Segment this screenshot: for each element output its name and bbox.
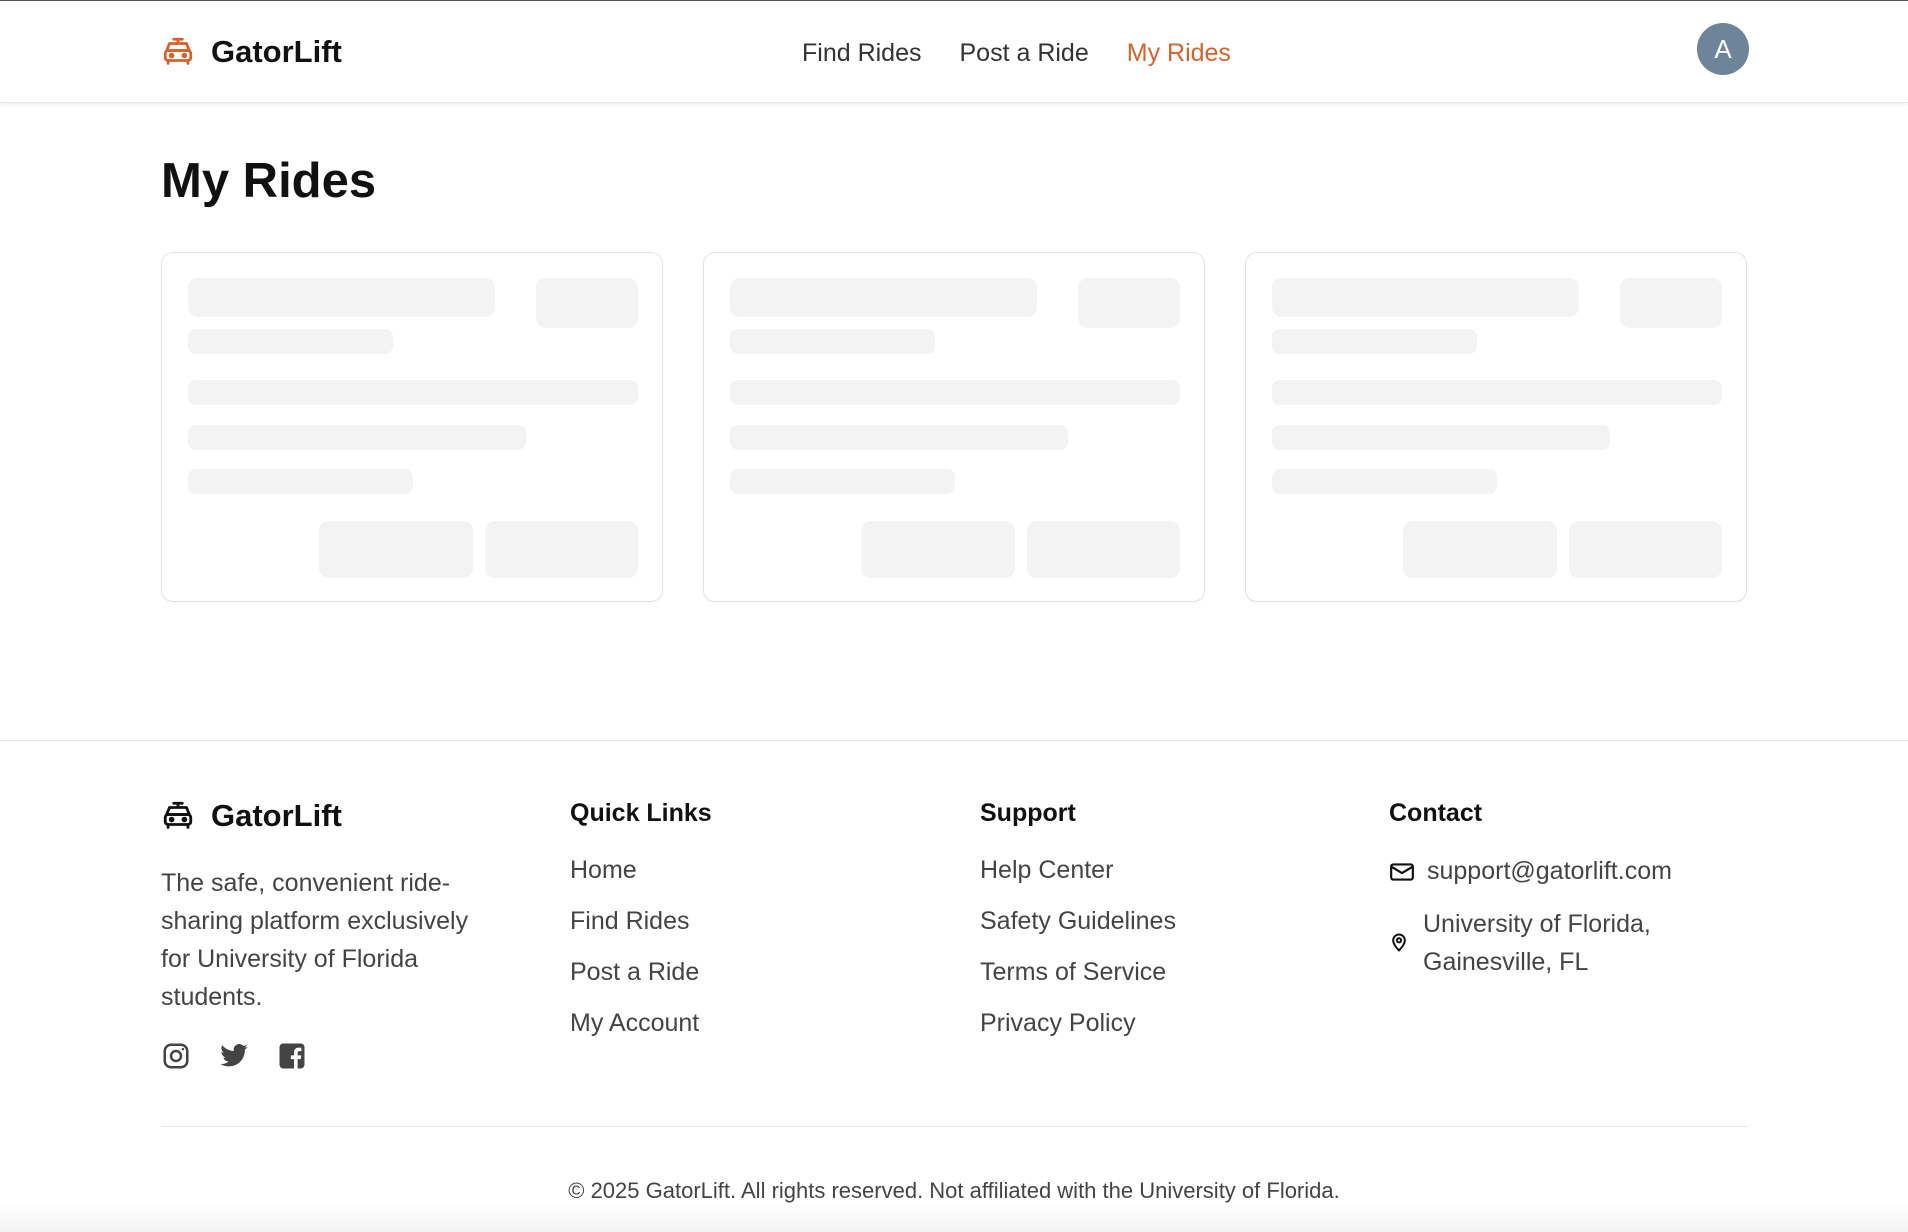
contact-location-text: University of Florida, Gainesville, FL [1423, 910, 1651, 976]
skeleton-line [730, 469, 955, 494]
footer-link-post-a-ride[interactable]: Post a Ride [570, 947, 712, 998]
footer-heading: Contact [1389, 799, 1483, 827]
footer-divider [0, 740, 1908, 741]
skeleton-title [1272, 278, 1579, 317]
copyright-text: © 2025 GatorLift. All rights reserved. N… [568, 1178, 1340, 1203]
contact-location: University of Florida, Gainesville, FL [1389, 905, 1689, 981]
skeleton-button [1569, 521, 1722, 578]
ride-card-skeleton [703, 252, 1205, 602]
footer-bottom-rule [161, 1126, 1748, 1127]
page-bottom-fade [0, 1200, 1908, 1232]
skeleton-badge [536, 278, 638, 328]
ride-card-skeleton [161, 252, 663, 602]
footer-description: The safe, convenient ride-sharing platfo… [161, 869, 469, 1011]
skeleton-line [1272, 425, 1610, 450]
user-avatar[interactable]: A [1697, 23, 1749, 75]
nav-my-rides[interactable]: My Rides [1127, 39, 1231, 68]
footer-heading: Quick Links [570, 799, 712, 827]
skeleton-line [730, 380, 1180, 405]
contact-email[interactable]: support@gatorlift.com [1389, 857, 1689, 886]
footer-link-find-rides[interactable]: Find Rides [570, 896, 712, 947]
instagram-icon[interactable] [161, 1041, 191, 1071]
footer-heading: Support [980, 799, 1076, 827]
skeleton-badge [1620, 278, 1722, 328]
footer-quick-links: Quick Links Home Find Rides Post a Ride … [570, 796, 712, 1049]
brand-logo-link[interactable]: GatorLift [161, 32, 342, 72]
map-pin-icon [1389, 925, 1409, 952]
car-icon [161, 35, 195, 69]
contact-email-text: support@gatorlift.com [1427, 857, 1672, 885]
skeleton-badge [1078, 278, 1180, 328]
skeleton-line [1272, 380, 1722, 405]
brand-name: GatorLift [211, 34, 342, 69]
skeleton-line [188, 425, 526, 450]
footer-link-my-account[interactable]: My Account [570, 998, 712, 1049]
footer-brand-name: GatorLift [211, 798, 342, 833]
footer-link-terms[interactable]: Terms of Service [980, 947, 1176, 998]
skeleton-button [485, 521, 638, 578]
page-title: My Rides [161, 154, 377, 208]
skeleton-button [861, 521, 1015, 578]
skeleton-line [730, 425, 1068, 450]
nav-post-a-ride[interactable]: Post a Ride [960, 39, 1089, 68]
footer-brand[interactable]: GatorLift [161, 796, 342, 836]
skeleton-button [319, 521, 473, 578]
skeleton-line [1272, 469, 1497, 494]
skeleton-title [188, 278, 495, 317]
car-icon [161, 799, 195, 833]
social-links [161, 1041, 335, 1071]
footer-link-help-center[interactable]: Help Center [980, 845, 1176, 896]
skeleton-line [188, 469, 413, 494]
twitter-icon[interactable] [219, 1041, 249, 1071]
site-header: GatorLift Find Rides Post a Ride My Ride… [0, 1, 1908, 103]
main-nav: Find Rides Post a Ride My Rides [802, 36, 1231, 70]
skeleton-subtitle [730, 329, 935, 354]
facebook-icon[interactable] [277, 1041, 307, 1071]
skeleton-subtitle [188, 329, 393, 354]
skeleton-title [730, 278, 1037, 317]
skeleton-subtitle [1272, 329, 1477, 354]
footer-link-home[interactable]: Home [570, 845, 712, 896]
footer-contact: Contact support@gatorlift.com University… [1389, 796, 1689, 981]
skeleton-button [1403, 521, 1557, 578]
skeleton-button [1027, 521, 1180, 578]
ride-card-skeleton [1245, 252, 1747, 602]
footer-support: Support Help Center Safety Guidelines Te… [980, 796, 1176, 1049]
mail-icon [1389, 859, 1415, 885]
nav-find-rides[interactable]: Find Rides [802, 39, 922, 68]
footer-link-privacy[interactable]: Privacy Policy [980, 998, 1176, 1049]
footer-link-safety-guidelines[interactable]: Safety Guidelines [980, 896, 1176, 947]
skeleton-line [188, 380, 638, 405]
